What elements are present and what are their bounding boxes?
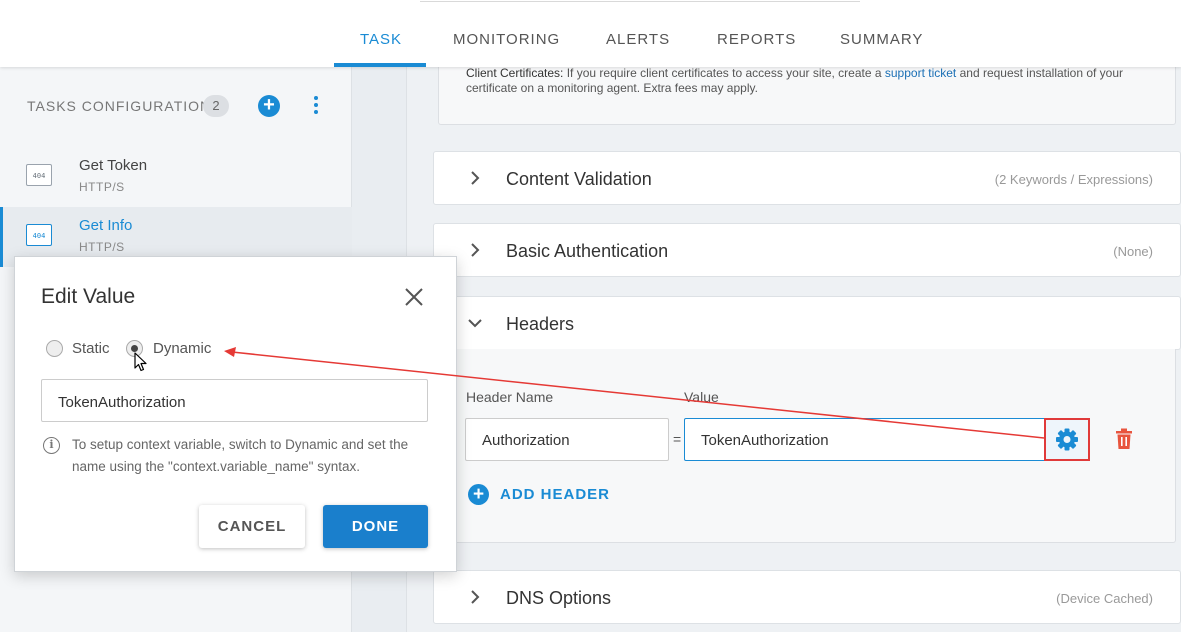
- task-type: HTTP/S: [79, 180, 125, 194]
- task-name: Get Info: [79, 217, 133, 234]
- panel-meta: (None): [1113, 244, 1153, 259]
- dns-options-panel[interactable]: DNS Options (Device Cached): [433, 570, 1181, 624]
- panel-title: Content Validation: [506, 169, 652, 189]
- active-tab-indicator: [334, 63, 426, 67]
- chevron-down-icon: [468, 319, 482, 328]
- tab-reports[interactable]: REPORTS: [717, 31, 796, 48]
- content-validation-panel[interactable]: Content Validation (2 Keywords / Express…: [433, 151, 1181, 205]
- chevron-right-icon: [471, 590, 480, 604]
- mouse-cursor-icon: [134, 352, 147, 372]
- dialog-title: Edit Value: [41, 285, 136, 308]
- chevron-right-icon: [471, 171, 480, 185]
- tab-alerts[interactable]: ALERTS: [606, 31, 670, 48]
- task-name: Get Token: [79, 157, 148, 174]
- cert-label: Client Certificates:: [466, 66, 564, 80]
- header-value-input[interactable]: TokenAuthorization: [684, 418, 1046, 461]
- header-name-label: Header Name: [466, 389, 554, 405]
- chevron-right-icon: [471, 243, 480, 257]
- plus-circle-icon: +: [468, 484, 489, 505]
- client-certificates-notice: Client Certificates: If you require clie…: [438, 60, 1176, 125]
- add-header-label: ADD HEADER: [500, 486, 611, 503]
- browser-404-icon: 404: [26, 224, 52, 246]
- top-divider: [420, 1, 860, 2]
- headers-panel[interactable]: Headers: [433, 296, 1181, 350]
- basic-authentication-panel[interactable]: Basic Authentication (None): [433, 223, 1181, 277]
- close-icon[interactable]: [403, 286, 425, 308]
- trash-icon[interactable]: [1114, 428, 1134, 450]
- header-value-label: Value: [684, 389, 719, 405]
- info-text: To setup context variable, switch to Dyn…: [72, 437, 409, 474]
- tab-monitoring[interactable]: MONITORING: [453, 31, 560, 48]
- equals-sign: =: [673, 431, 682, 447]
- variable-name-input[interactable]: TokenAuthorization: [41, 379, 428, 422]
- tasks-count-badge: 2: [203, 95, 229, 117]
- plus-circle-icon: +: [263, 94, 275, 116]
- task-item-get-token[interactable]: 404 Get Token HTTP/S: [0, 147, 352, 207]
- gear-icon: [1056, 428, 1078, 451]
- edit-value-gear-button[interactable]: [1044, 418, 1090, 461]
- radio-dynamic-label[interactable]: Dynamic: [153, 340, 211, 357]
- more-options-button[interactable]: [309, 96, 323, 116]
- panel-title: Headers: [506, 314, 575, 334]
- cert-text-before: If you require client certificates to ac…: [566, 66, 882, 80]
- tab-task[interactable]: TASK: [360, 31, 402, 48]
- vertical-ellipsis-icon: [314, 96, 318, 100]
- cancel-button[interactable]: CANCEL: [199, 505, 305, 548]
- panel-title: Basic Authentication: [506, 241, 669, 261]
- browser-404-icon: 404: [26, 164, 52, 186]
- edit-value-dialog: Edit Value Static Dynamic TokenAuthoriza…: [14, 256, 457, 572]
- top-tab-bar: TASK MONITORING ALERTS REPORTS SUMMARY: [0, 0, 1181, 67]
- support-ticket-link[interactable]: support ticket: [885, 66, 956, 80]
- add-task-button[interactable]: +: [258, 95, 280, 117]
- tab-summary[interactable]: SUMMARY: [840, 31, 923, 48]
- header-name-input[interactable]: Authorization: [465, 418, 669, 461]
- radio-static-label[interactable]: Static: [72, 340, 110, 357]
- panel-meta: (Device Cached): [1056, 591, 1153, 606]
- task-type: HTTP/S: [79, 240, 125, 254]
- panel-meta: (2 Keywords / Expressions): [994, 172, 1153, 187]
- info-icon: i: [43, 437, 60, 454]
- panel-title: DNS Options: [506, 588, 612, 608]
- done-button[interactable]: DONE: [323, 505, 428, 548]
- tasks-header: TASKS CONFIGURATION: [27, 98, 212, 114]
- radio-static[interactable]: [46, 340, 63, 357]
